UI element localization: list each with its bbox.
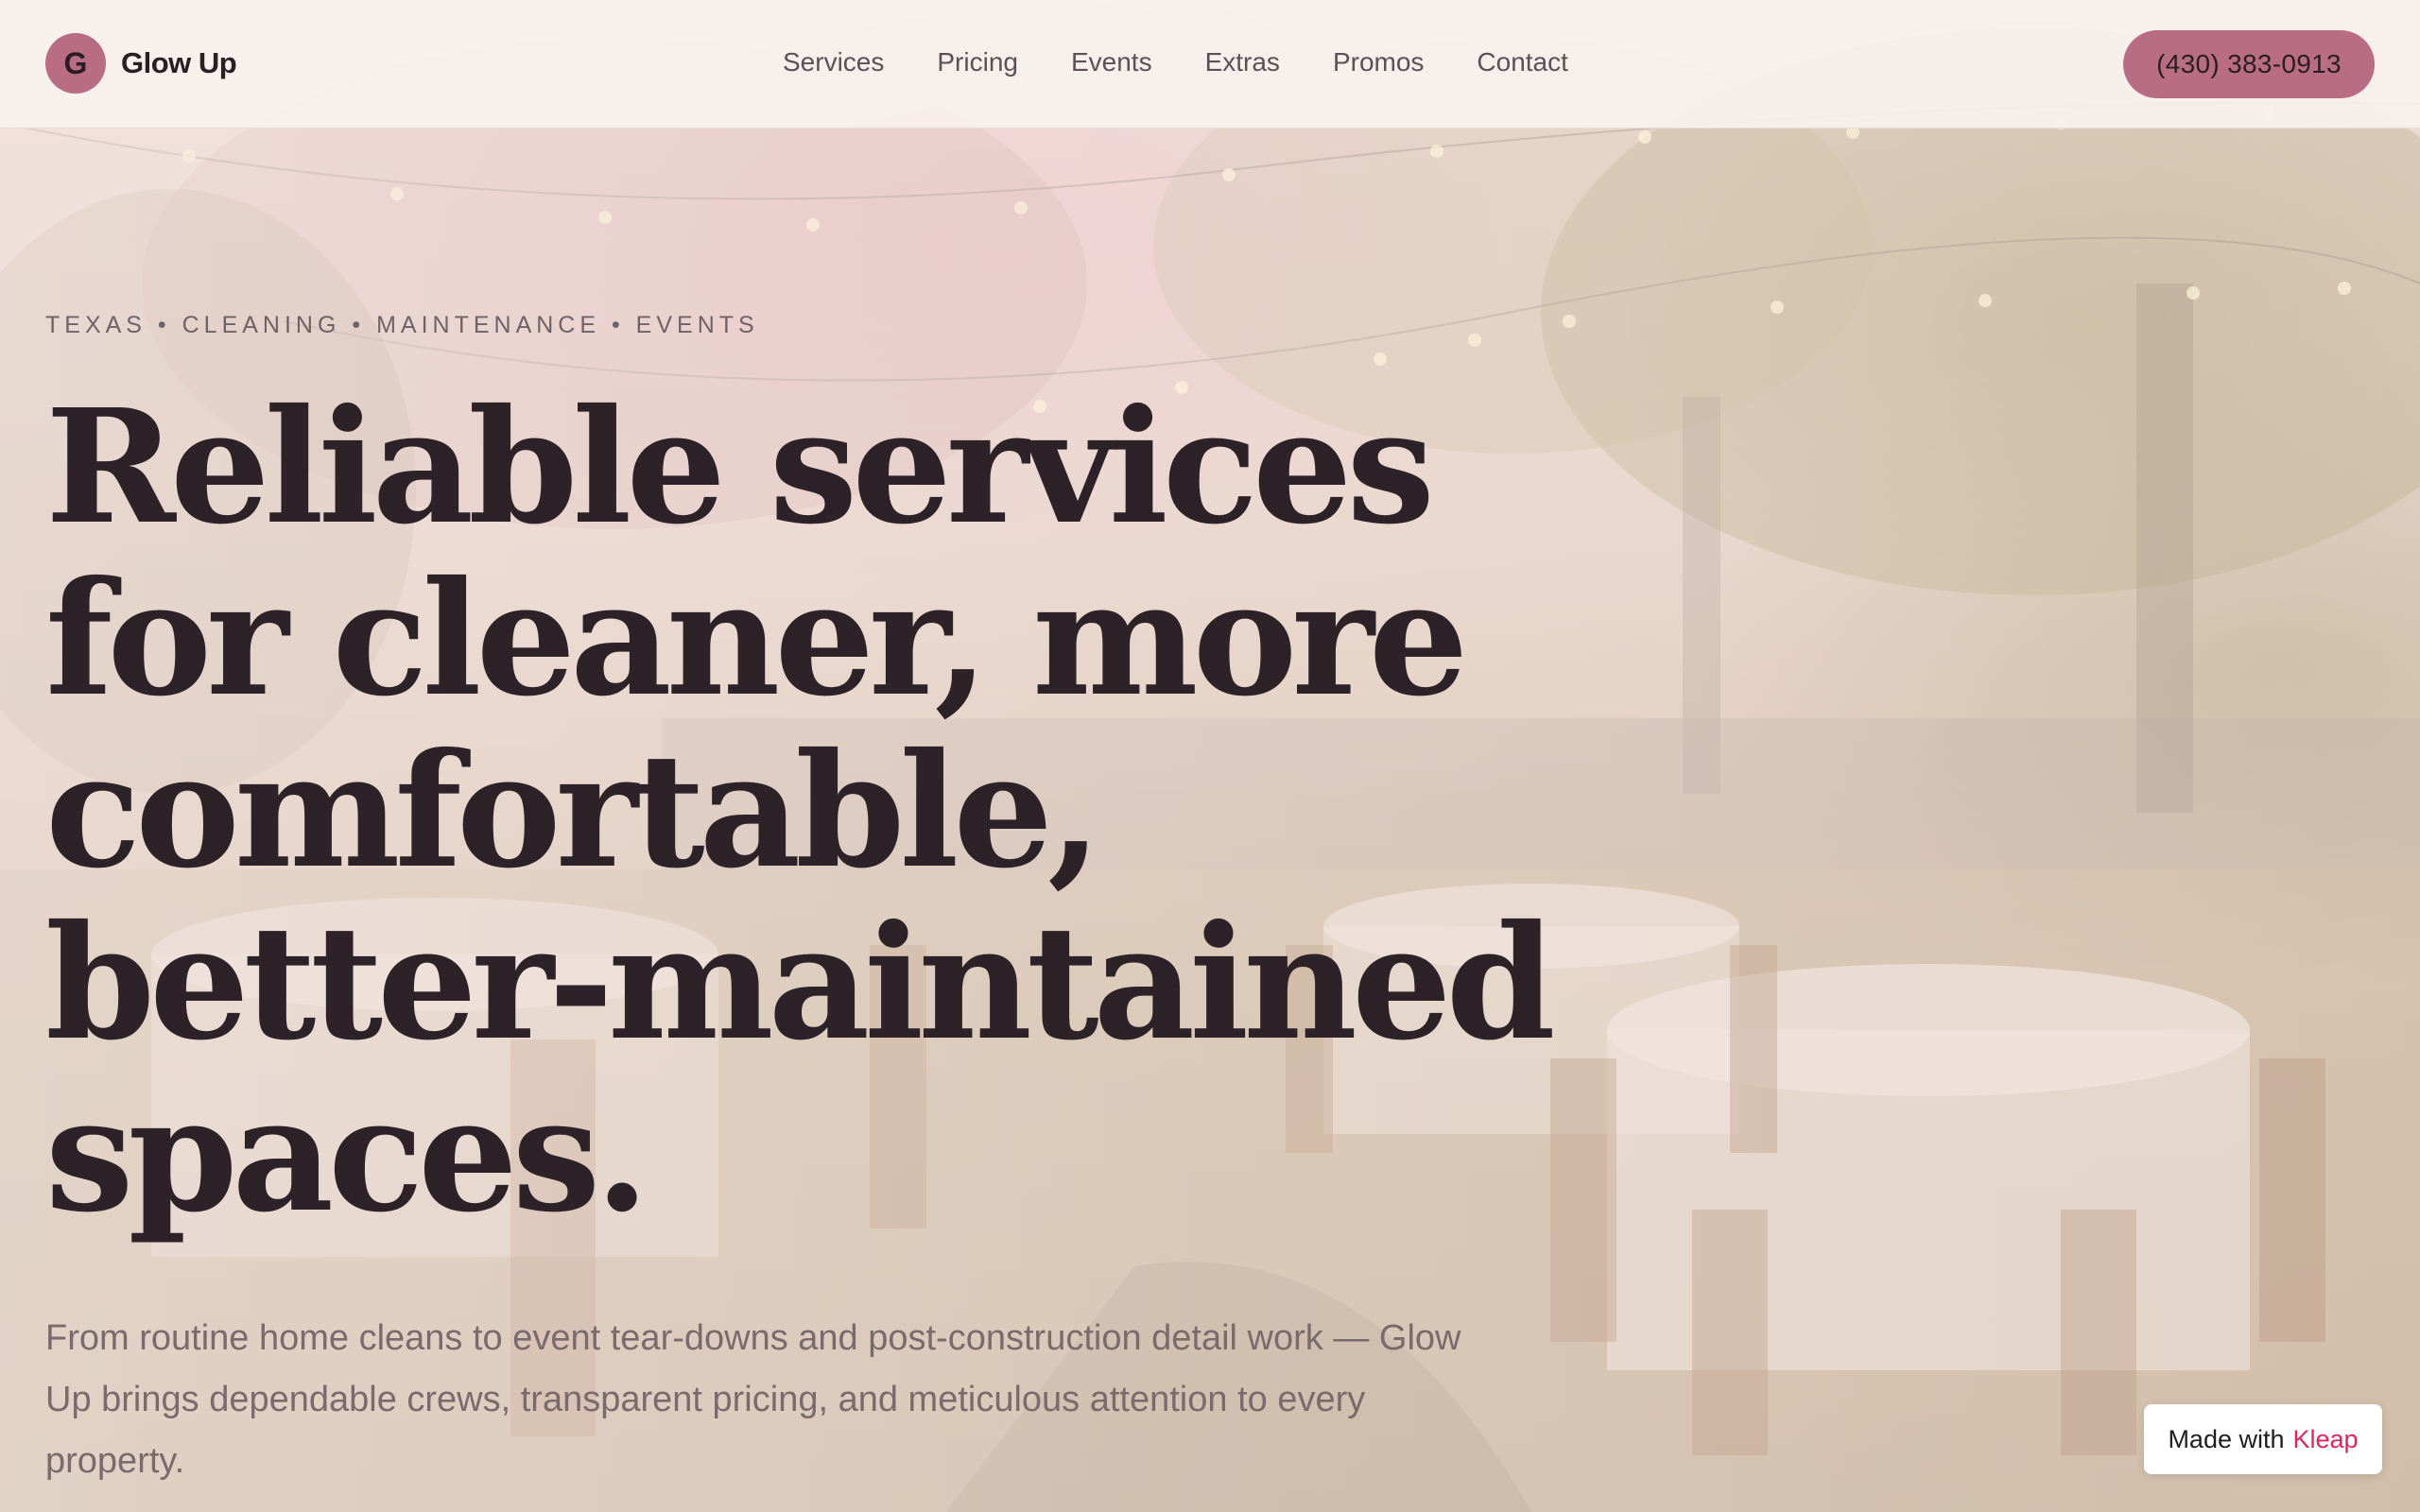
headline-line: for cleaner, more [45,547,1468,731]
nav-item-services[interactable]: Services [783,43,884,81]
nav-item-promos[interactable]: Promos [1333,43,1424,81]
brand-name: Glow Up [121,46,237,79]
hero-description: From routine home cleans to event tear-d… [45,1318,1461,1481]
badge-prefix: Made with [2168,1424,2285,1453]
made-with-kleap-badge[interactable]: Made with Kleap [2144,1404,2382,1474]
phone-call-button[interactable]: (430) 383-0913 [2123,30,2375,98]
nav-item-contact[interactable]: Contact [1477,43,1568,81]
brand-mark: G [45,33,106,94]
nav-item-extras[interactable]: Extras [1205,43,1280,81]
badge-brand: Kleap [2292,1424,2359,1453]
hero-headline: Reliable services for cleaner, more comf… [45,382,1766,1242]
headline-line: spaces. [45,1063,649,1247]
nav-item-pricing[interactable]: Pricing [937,43,1018,81]
brand-logo-link[interactable]: G Glow Up [45,33,237,94]
hero-eyebrow: TEXAS • CLEANING • MAINTENANCE • EVENTS [45,312,759,338]
main-nav: Services Pricing Events Extras Promos Co… [783,43,1568,81]
headline-line: comfortable, [45,719,1102,903]
headline-line: better-maintained [45,891,1556,1075]
headline-line: Reliable services [45,375,1435,559]
nav-item-events[interactable]: Events [1071,43,1152,81]
site-header: G Glow Up Services Pricing Events Extras… [0,0,2420,129]
